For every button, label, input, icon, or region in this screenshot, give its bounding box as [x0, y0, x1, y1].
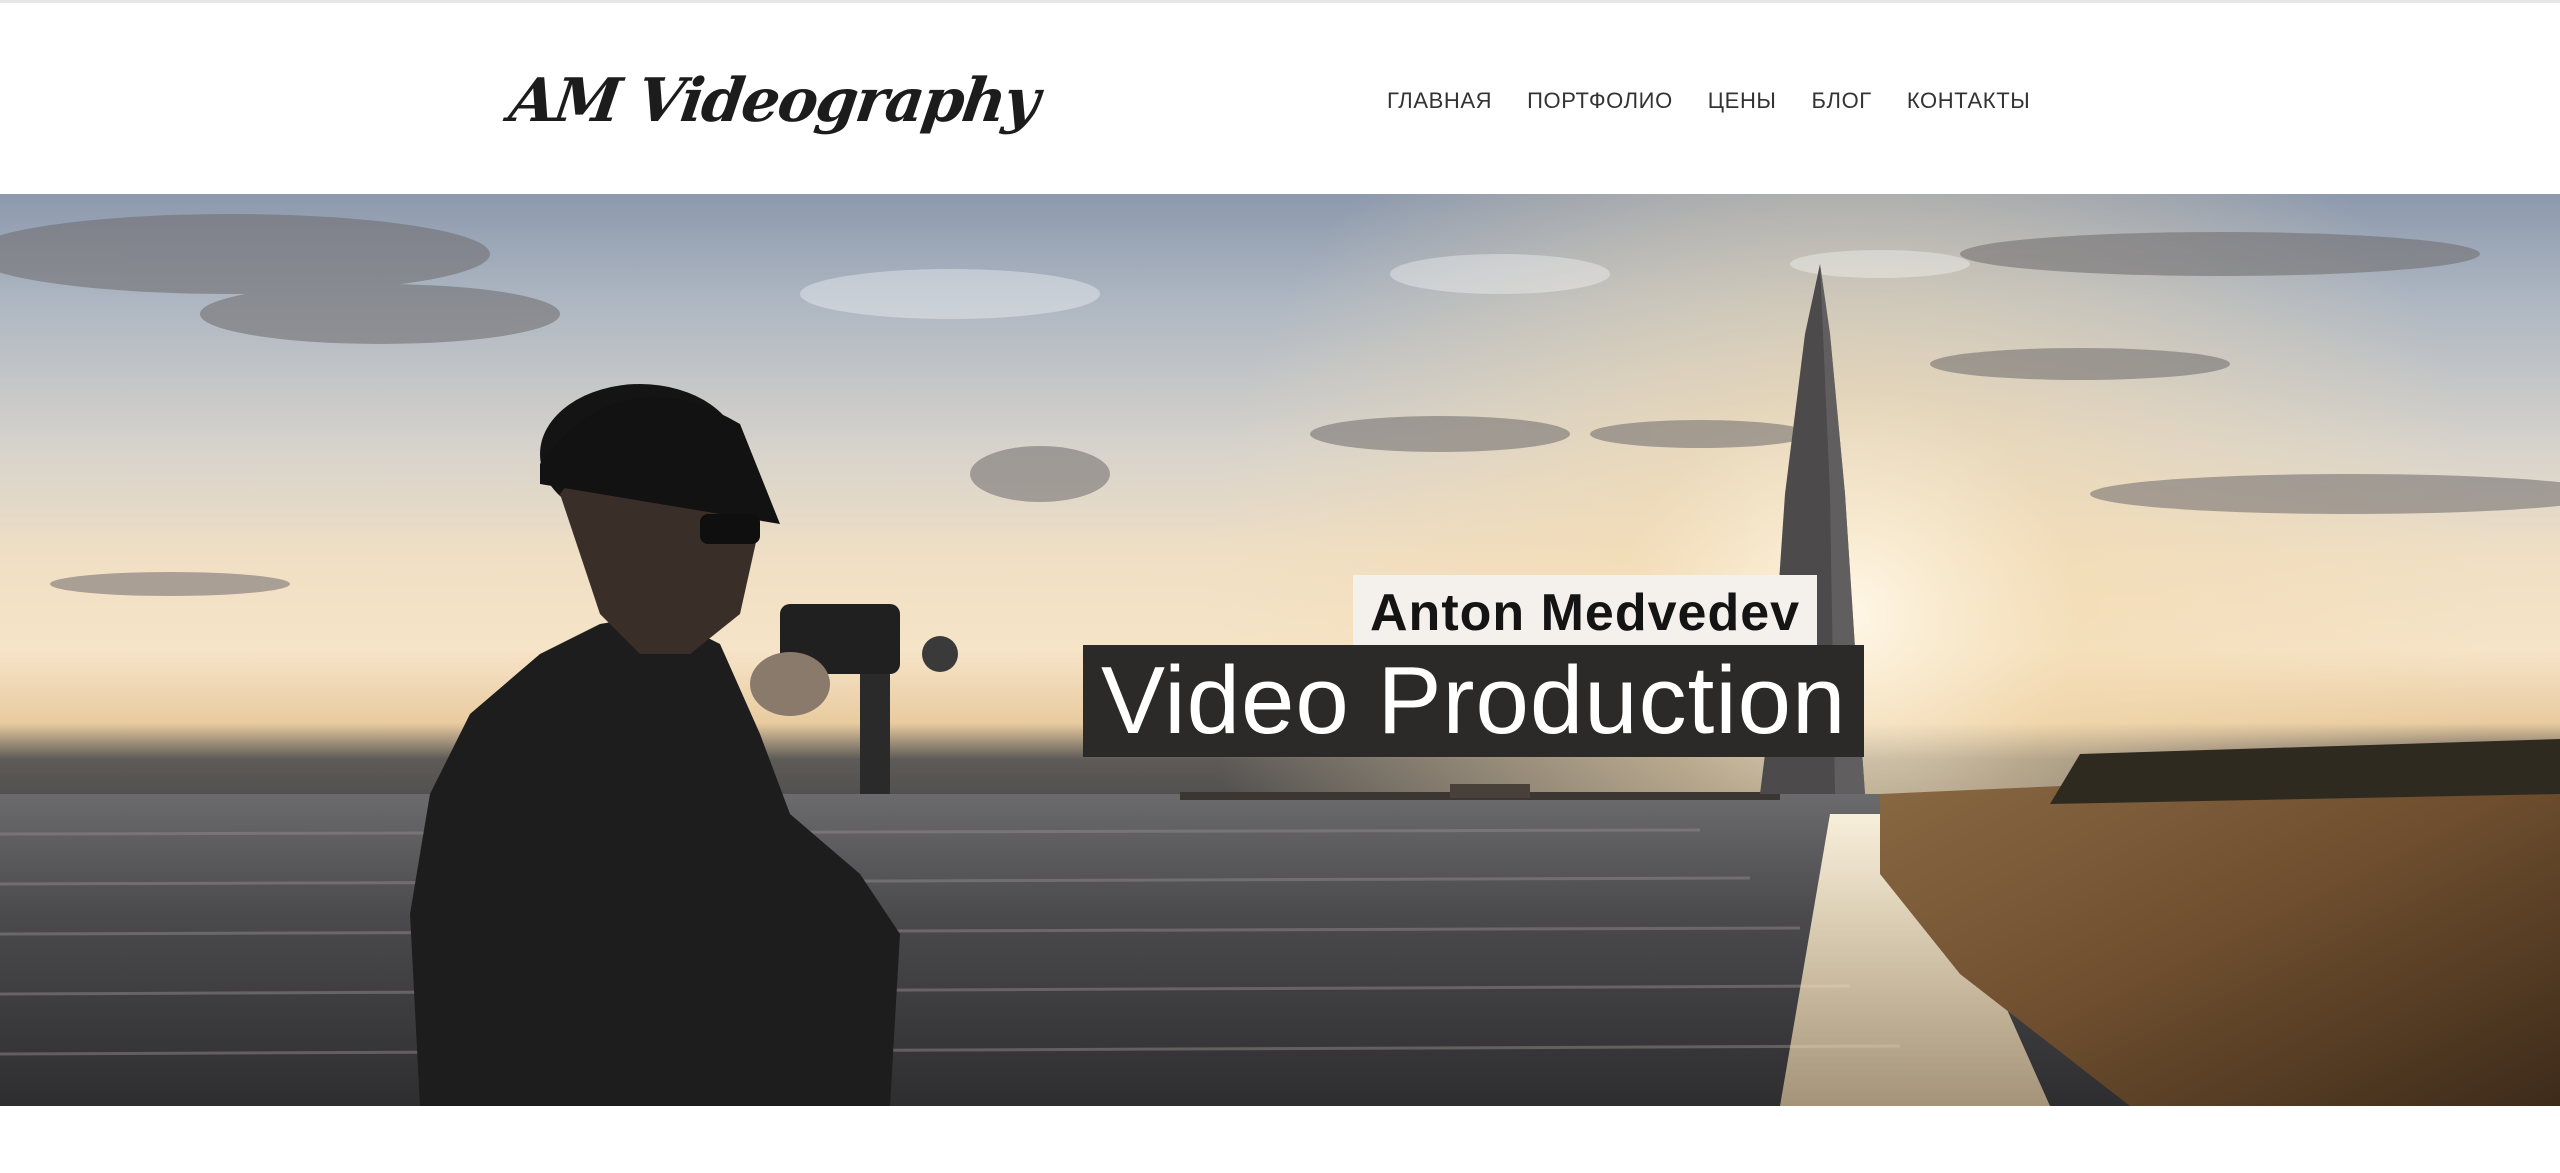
- site-header: AM Videography ГЛАВНАЯ ПОРТФОЛИО ЦЕНЫ БЛ…: [0, 3, 2560, 194]
- hero-title: Anton Medvedev: [1353, 575, 1818, 651]
- hero-banner: Anton Medvedev Video Production: [0, 194, 2560, 1106]
- nav-item-home[interactable]: ГЛАВНАЯ: [1387, 85, 1492, 117]
- page: AM Videography ГЛАВНАЯ ПОРТФОЛИО ЦЕНЫ БЛ…: [0, 0, 2560, 1173]
- nav-item-blog[interactable]: БЛОГ: [1812, 85, 1872, 117]
- main-nav: ГЛАВНАЯ ПОРТФОЛИО ЦЕНЫ БЛОГ КОНТАКТЫ: [1387, 85, 2030, 117]
- nav-item-contacts[interactable]: КОНТАКТЫ: [1907, 85, 2030, 117]
- nav-item-prices[interactable]: ЦЕНЫ: [1708, 85, 1777, 117]
- hero-subtitle: Video Production: [1083, 645, 1865, 757]
- nav-item-portfolio[interactable]: ПОРТФОЛИО: [1527, 85, 1673, 117]
- site-logo[interactable]: AM Videography: [504, 61, 1042, 141]
